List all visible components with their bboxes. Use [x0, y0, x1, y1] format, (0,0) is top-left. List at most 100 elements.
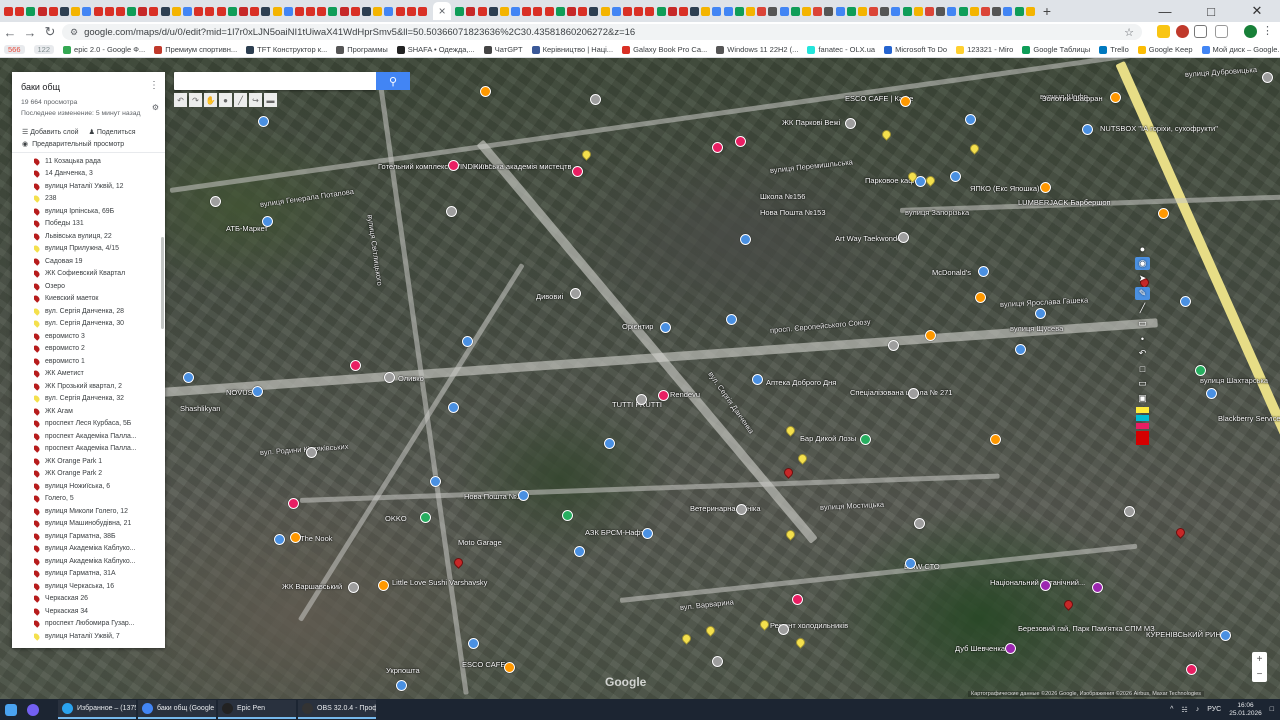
browser-tab[interactable] — [115, 6, 125, 16]
map-place-marker[interactable] — [736, 504, 747, 515]
map-place-marker[interactable] — [430, 476, 441, 487]
map-place-marker[interactable] — [306, 447, 317, 458]
list-item[interactable]: Киевский маеток — [34, 293, 165, 306]
browser-tab[interactable] — [82, 6, 92, 16]
browser-tab[interactable] — [104, 6, 114, 16]
list-item[interactable]: Черкаская 26 — [34, 593, 165, 606]
poi-label[interactable]: Орієнтир — [622, 322, 653, 331]
bookmark-item[interactable]: fanatec - OLX.ua — [807, 45, 875, 54]
bookmark-item[interactable]: 122 — [33, 45, 55, 54]
address-bar[interactable]: ⚙ google.com/maps/d/u/0/edit?mid=1l7r0xL… — [62, 24, 1142, 40]
poi-label[interactable]: АЗК БРСМ-Нафта — [585, 528, 648, 537]
volume-icon[interactable]: ♪ — [1196, 706, 1200, 713]
map-place-marker[interactable] — [288, 498, 299, 509]
directions-icon[interactable]: ↪ — [249, 93, 262, 107]
browser-tab[interactable] — [183, 6, 192, 16]
add-layer-button[interactable]: ☰ Добавить слой — [22, 128, 79, 136]
marker-icon[interactable]: ● — [219, 93, 232, 107]
eraser-icon[interactable]: ▭ — [1135, 317, 1150, 330]
browser-tab[interactable] — [522, 6, 532, 16]
poi-label[interactable]: Moto Garage — [458, 538, 502, 547]
browser-tab[interactable] — [656, 6, 666, 16]
map-place-marker[interactable] — [1082, 124, 1093, 135]
browser-menu-icon[interactable]: ⋮ — [1262, 24, 1273, 37]
poi-label[interactable]: Дуб Шевченка — [955, 644, 1005, 653]
list-item[interactable]: вулиця Черкаська, 16 — [34, 580, 165, 593]
browser-tab[interactable] — [813, 6, 823, 16]
list-item[interactable]: проспект Академіка Палла... — [34, 430, 165, 443]
bookmark-item[interactable]: Мой диск – Google... — [1201, 45, 1280, 54]
map-place-marker[interactable] — [252, 386, 263, 397]
bookmark-item[interactable]: epic 2.0 - Google Ф... — [63, 45, 145, 54]
map-title[interactable]: баки общ — [21, 82, 157, 92]
profile-avatar[interactable] — [1244, 25, 1257, 38]
map-place-marker[interactable] — [978, 266, 989, 277]
map-place-marker[interactable] — [262, 216, 273, 227]
browser-tab[interactable] — [294, 6, 304, 16]
yellow-pin-marker[interactable] — [784, 424, 797, 437]
notifications-icon[interactable]: □ — [1270, 706, 1274, 713]
poi-label[interactable]: Березовий гай, Парк Пам'ятка СПМ МЗ — [1018, 624, 1155, 633]
map-place-marker[interactable] — [735, 136, 746, 147]
map-place-marker[interactable] — [740, 234, 751, 245]
poi-label[interactable]: ESCO CAFE — [462, 660, 505, 669]
yellow-pin-marker[interactable] — [704, 624, 717, 637]
map-place-marker[interactable] — [446, 206, 457, 217]
map-place-marker[interactable] — [752, 374, 763, 385]
list-item[interactable]: ЖК Аметист — [34, 368, 165, 381]
browser-tab[interactable] — [969, 6, 979, 16]
poi-label[interactable]: Спеціалізована школа № 271 — [850, 388, 952, 397]
red-pin-marker[interactable] — [1174, 526, 1187, 539]
map-place-marker[interactable] — [448, 160, 459, 171]
browser-tab[interactable] — [395, 6, 405, 16]
browser-tab[interactable] — [37, 6, 47, 16]
browser-tab[interactable] — [869, 6, 879, 16]
map-place-marker[interactable] — [468, 638, 479, 649]
list-item[interactable]: 238 — [34, 193, 165, 206]
poi-label[interactable]: Нова Пошта №21 — [464, 492, 525, 501]
list-item[interactable]: ЖК Orange Park 2 — [34, 468, 165, 481]
map-place-marker[interactable] — [965, 114, 976, 125]
map-place-marker[interactable] — [1035, 308, 1046, 319]
undo-icon[interactable]: ↶ — [1135, 347, 1150, 360]
browser-tab[interactable] — [880, 6, 890, 16]
browser-tab[interactable] — [913, 6, 923, 16]
zoom-in-icon[interactable]: + — [1257, 654, 1263, 665]
whiteboard-icon[interactable]: ▭ — [1135, 377, 1150, 390]
map-place-marker[interactable] — [712, 656, 723, 667]
map-place-marker[interactable] — [888, 340, 899, 351]
browser-tab[interactable] — [93, 6, 103, 16]
list-item[interactable]: Озеро — [34, 280, 165, 293]
browser-tab[interactable] — [958, 6, 968, 16]
browser-tab[interactable] — [149, 6, 159, 16]
map-place-marker[interactable] — [908, 388, 919, 399]
taskbar-app-button[interactable]: Epic Pen — [218, 700, 296, 719]
map-place-marker[interactable] — [1092, 582, 1103, 593]
list-item[interactable]: вулиця Наталії Ужвій, 7 — [34, 630, 165, 643]
new-tab-button[interactable]: + — [1043, 3, 1051, 19]
map-place-marker[interactable] — [1005, 643, 1016, 654]
browser-tab[interactable] — [417, 6, 427, 16]
active-tab-close-icon[interactable]: × — [433, 2, 452, 20]
map-place-marker[interactable] — [290, 532, 301, 543]
taskbar-app-button[interactable]: OBS 32.0.4 - Проф... — [298, 700, 376, 719]
share-button[interactable]: ♟ Поделиться — [89, 128, 136, 136]
map-place-marker[interactable] — [570, 288, 581, 299]
list-item[interactable]: Львівська вулиця, 22 — [34, 230, 165, 243]
browser-tab[interactable] — [712, 6, 722, 16]
browser-tab[interactable] — [227, 6, 237, 16]
browser-tab[interactable] — [611, 6, 621, 16]
bookmark-item[interactable]: 566 — [4, 45, 25, 54]
color-swatch-red[interactable] — [1136, 431, 1149, 445]
map-place-marker[interactable] — [658, 390, 669, 401]
browser-tab[interactable] — [701, 6, 711, 16]
list-item[interactable]: 11 Козацька рада — [34, 155, 165, 168]
list-item[interactable]: вулиця Ножиїська, 6 — [34, 480, 165, 493]
pen-icon[interactable]: ✎ — [1135, 287, 1150, 300]
map-place-marker[interactable] — [396, 680, 407, 691]
browser-tab[interactable] — [205, 6, 215, 16]
list-item[interactable]: евромисто 1 — [34, 355, 165, 368]
bookmark-item[interactable]: Windows 11 22H2 (... — [716, 45, 798, 54]
yellow-pin-marker[interactable] — [794, 636, 807, 649]
maximize-button[interactable]: □ — [1188, 0, 1234, 22]
